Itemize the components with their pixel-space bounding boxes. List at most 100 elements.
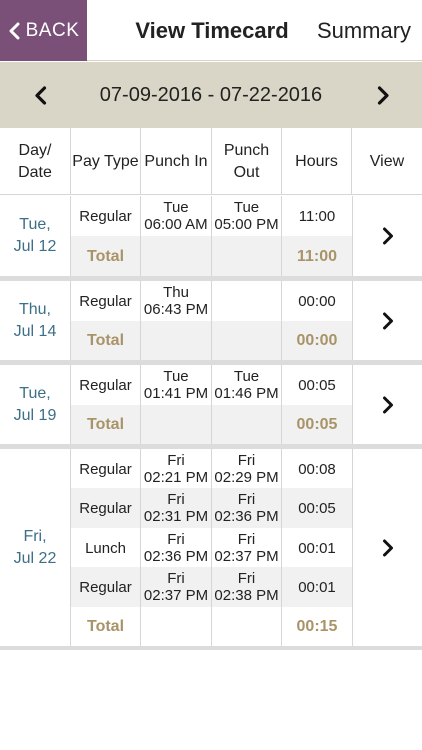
back-button[interactable]: BACK	[0, 0, 87, 61]
column-header-hours: Hours	[282, 128, 352, 195]
punch-row: Regular Thu 06:43 PM 00:00	[71, 281, 352, 321]
punch-in-cell: Fri 02:31 PM	[141, 488, 212, 528]
chevron-right-icon	[382, 227, 393, 245]
punch-in-time: 06:00 AM	[144, 216, 208, 233]
hours-cell: 00:05	[298, 499, 336, 517]
punch-in-time: 02:21 PM	[143, 469, 209, 486]
total-hours: 00:00	[296, 332, 338, 349]
day-group: Tue, Jul 19 Regular Tue 01:41 PM Tue 01:46 …	[0, 365, 422, 444]
punch-out-day: Tue	[233, 199, 260, 216]
punch-in-day: Fri	[167, 570, 185, 587]
punch-row: Regular Fri 02:31 PM Fri 02:36 PM 00:05	[71, 488, 352, 528]
total-label: Total	[71, 607, 141, 646]
column-header-view: View	[369, 152, 405, 170]
day-date: Jul 19	[13, 406, 57, 424]
day-date: Jul 14	[13, 322, 57, 340]
pay-type-cell: Lunch	[71, 528, 141, 568]
previous-period-button[interactable]	[28, 83, 52, 107]
empty-cell	[141, 405, 212, 444]
punch-row: Regular Tue 01:41 PM Tue 01:46 PM 00:05	[71, 365, 352, 405]
punch-row: Regular Fri 02:21 PM Fri 02:29 PM 00:08	[71, 449, 352, 489]
total-row: Total 11:00	[71, 236, 352, 276]
punch-in-cell: Tue 01:41 PM	[141, 365, 212, 405]
punch-row: Lunch Fri 02:36 PM Fri 02:37 PM 00:01	[71, 528, 352, 568]
pay-type-cell: Regular	[71, 196, 141, 236]
column-header-punch-out: Punch Out	[212, 128, 282, 195]
punch-out-cell: Fri 02:38 PM	[212, 567, 282, 607]
punch-out-time: 05:00 PM	[214, 216, 279, 233]
empty-cell	[212, 321, 282, 360]
punch-in-day: Thu	[163, 284, 189, 301]
day-date-cell: Tue, Jul 12	[0, 196, 71, 276]
column-header-pay-type: Pay Type	[71, 128, 141, 195]
empty-cell	[141, 321, 212, 360]
punch-out-time: 02:38 PM	[214, 587, 279, 604]
total-hours: 11:00	[296, 247, 338, 265]
back-label: BACK	[25, 19, 80, 41]
punch-out-day: Fri	[237, 570, 256, 587]
punch-out-day: Fri	[237, 452, 256, 469]
pay-type-cell: Regular	[71, 449, 141, 489]
punch-out-cell	[212, 281, 282, 321]
hours-cell: 00:01	[298, 578, 336, 596]
view-details-button[interactable]	[352, 281, 422, 360]
chevron-right-icon	[382, 539, 393, 556]
pay-type-cell: Regular	[71, 488, 141, 528]
column-header-day: Day/Date	[0, 128, 71, 195]
punch-out-time: 02:29 PM	[214, 469, 279, 486]
day-name: Thu,	[18, 300, 51, 318]
punch-in-day: Tue	[163, 199, 189, 216]
day-name: Tue,	[19, 384, 51, 402]
chevron-left-icon	[9, 22, 20, 39]
empty-cell	[212, 607, 282, 646]
punch-out-day: Tue	[233, 368, 260, 385]
day-date-cell: Thu, Jul 14	[0, 281, 71, 360]
hours-cell: 00:01	[298, 539, 336, 557]
empty-cell	[141, 607, 212, 646]
header-day-line2: Date	[18, 163, 52, 181]
empty-cell	[212, 236, 282, 276]
punch-out-cell: Tue 05:00 PM	[212, 196, 282, 236]
next-period-button[interactable]	[371, 83, 395, 107]
punch-in-time: 02:31 PM	[143, 508, 209, 525]
punch-in-cell: Fri 02:21 PM	[141, 449, 212, 489]
day-group: Fri, Jul 22 Regular Fri 02:21 PM Fri 02:29 …	[0, 449, 422, 646]
punch-in-cell: Thu 06:43 PM	[141, 281, 212, 321]
view-details-button[interactable]	[352, 365, 422, 444]
total-hours: 00:05	[296, 416, 338, 433]
pay-type-cell: Regular	[71, 567, 141, 607]
total-row: Total 00:05	[71, 405, 352, 444]
total-label: Total	[71, 321, 141, 360]
hours-cell: 00:05	[298, 376, 336, 394]
header-punch-out-line1: Punch	[223, 141, 270, 159]
header-day-line1: Day/	[18, 141, 52, 159]
punch-out-day: Fri	[237, 531, 256, 548]
chevron-right-icon	[382, 312, 393, 329]
punch-in-cell: Fri 02:36 PM	[141, 528, 212, 568]
punch-in-time: 02:37 PM	[143, 587, 209, 604]
punch-row: Regular Fri 02:37 PM Fri 02:38 PM 00:01	[71, 567, 352, 607]
day-group: Thu, Jul 14 Regular Thu 06:43 PM 00:00 Tot…	[0, 281, 422, 360]
view-details-button[interactable]	[352, 449, 422, 646]
day-date: Jul 22	[13, 549, 57, 567]
punch-in-time: 02:36 PM	[143, 548, 209, 565]
punch-out-cell: Fri 02:36 PM	[212, 488, 282, 528]
punch-out-day: Fri	[237, 491, 256, 508]
day-name: Tue,	[19, 216, 51, 233]
chevron-right-icon	[382, 396, 393, 413]
summary-button[interactable]: Summary	[306, 0, 422, 61]
punch-row: Regular Tue 06:00 AM Tue 05:00 PM 11:00	[71, 196, 352, 236]
punch-out-cell: Tue 01:46 PM	[212, 365, 282, 405]
punch-out-time: 01:46 PM	[214, 385, 279, 402]
total-row: Total 00:00	[71, 321, 352, 360]
punch-in-cell: Tue 06:00 AM	[141, 196, 212, 236]
view-details-button[interactable]	[352, 196, 422, 276]
table-header: Day/Date Pay Type Punch In Punch Out Hour…	[0, 128, 422, 195]
punch-out-time: 02:36 PM	[214, 508, 279, 525]
punch-in-day: Fri	[167, 452, 185, 469]
punch-in-day: Tue	[163, 368, 189, 385]
day-group: Tue, Jul 12 Regular Tue 06:00 AM Tue 05:00 …	[0, 196, 422, 276]
hours-cell: 00:00	[298, 292, 336, 310]
nav-bar: BACK View Timecard Summary	[0, 0, 422, 61]
punch-in-cell: Fri 02:37 PM	[141, 567, 212, 607]
